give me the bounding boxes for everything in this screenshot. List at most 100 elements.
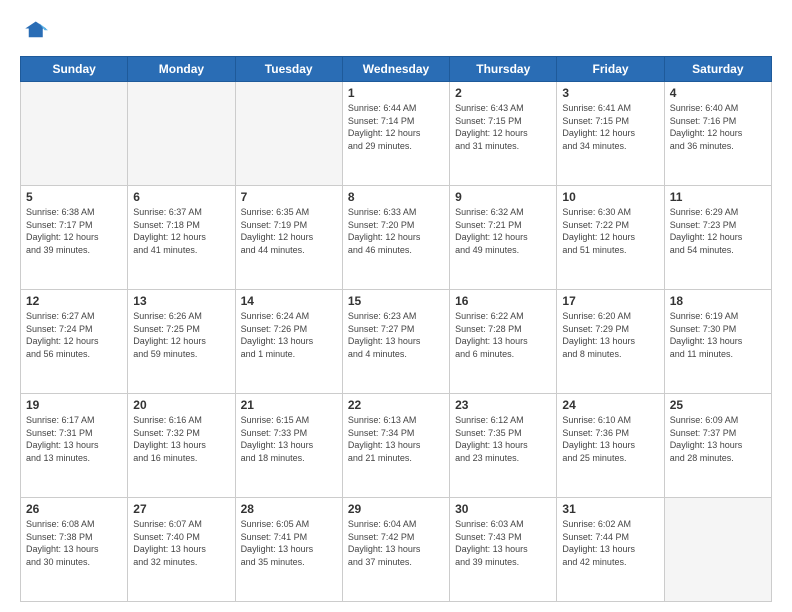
day-info: Sunrise: 6:32 AM Sunset: 7:21 PM Dayligh… — [455, 206, 551, 256]
calendar-day-cell — [664, 498, 771, 602]
day-info: Sunrise: 6:20 AM Sunset: 7:29 PM Dayligh… — [562, 310, 658, 360]
day-number: 1 — [348, 86, 444, 100]
day-info: Sunrise: 6:22 AM Sunset: 7:28 PM Dayligh… — [455, 310, 551, 360]
calendar-day-cell: 20 Sunrise: 6:16 AM Sunset: 7:32 PM Dayli… — [128, 394, 235, 498]
day-number: 23 — [455, 398, 551, 412]
calendar-day-cell — [128, 82, 235, 186]
day-info: Sunrise: 6:40 AM Sunset: 7:16 PM Dayligh… — [670, 102, 766, 152]
day-info: Sunrise: 6:16 AM Sunset: 7:32 PM Dayligh… — [133, 414, 229, 464]
calendar-day-cell: 7Sunrise: 6:35 AM Sunset: 7:19 PM Daylig… — [235, 186, 342, 290]
calendar-day-cell: 3 Sunrise: 6:41 AM Sunset: 7:15 PM Daylig… — [557, 82, 664, 186]
day-info: Sunrise: 6:05 AM Sunset: 7:41 PM Dayligh… — [241, 518, 337, 568]
calendar-day-cell: 11 Sunrise: 6:29 AM Sunset: 7:23 PM Dayli… — [664, 186, 771, 290]
day-info: Sunrise: 6:24 AM Sunset: 7:26 PM Dayligh… — [241, 310, 337, 360]
day-number: 22 — [348, 398, 444, 412]
day-number: 15 — [348, 294, 444, 308]
calendar-day-cell: 30 Sunrise: 6:03 AM Sunset: 7:43 PM Dayli… — [450, 498, 557, 602]
calendar-day-cell: 15 Sunrise: 6:23 AM Sunset: 7:27 PM Dayli… — [342, 290, 449, 394]
calendar-week-row: 19Sunrise: 6:17 AM Sunset: 7:31 PM Dayli… — [21, 394, 772, 498]
day-info: Sunrise: 6:29 AM Sunset: 7:23 PM Dayligh… — [670, 206, 766, 256]
day-number: 25 — [670, 398, 766, 412]
calendar-day-cell: 9 Sunrise: 6:32 AM Sunset: 7:21 PM Daylig… — [450, 186, 557, 290]
calendar-week-row: 26 Sunrise: 6:08 AM Sunset: 7:38 PM Dayli… — [21, 498, 772, 602]
day-number: 13 — [133, 294, 229, 308]
calendar-day-cell — [235, 82, 342, 186]
day-number: 24 — [562, 398, 658, 412]
day-info: Sunrise: 6:04 AM Sunset: 7:42 PM Dayligh… — [348, 518, 444, 568]
day-info: Sunrise: 6:38 AM Sunset: 7:17 PM Dayligh… — [26, 206, 122, 256]
calendar-day-cell: 21Sunrise: 6:15 AM Sunset: 7:33 PM Dayli… — [235, 394, 342, 498]
calendar-day-cell: 8 Sunrise: 6:33 AM Sunset: 7:20 PM Daylig… — [342, 186, 449, 290]
page: SundayMondayTuesdayWednesdayThursdayFrid… — [0, 0, 792, 612]
day-number: 5 — [26, 190, 122, 204]
calendar-day-cell: 22 Sunrise: 6:13 AM Sunset: 7:34 PM Dayli… — [342, 394, 449, 498]
day-number: 16 — [455, 294, 551, 308]
day-info: Sunrise: 6:23 AM Sunset: 7:27 PM Dayligh… — [348, 310, 444, 360]
calendar-day-cell: 6 Sunrise: 6:37 AM Sunset: 7:18 PM Daylig… — [128, 186, 235, 290]
logo — [20, 18, 52, 46]
calendar-day-cell: 13 Sunrise: 6:26 AM Sunset: 7:25 PM Dayli… — [128, 290, 235, 394]
calendar-weekday-header: Thursday — [450, 57, 557, 82]
calendar-weekday-header: Monday — [128, 57, 235, 82]
day-number: 11 — [670, 190, 766, 204]
day-number: 30 — [455, 502, 551, 516]
day-info: Sunrise: 6:43 AM Sunset: 7:15 PM Dayligh… — [455, 102, 551, 152]
calendar-day-cell — [21, 82, 128, 186]
day-number: 4 — [670, 86, 766, 100]
day-number: 29 — [348, 502, 444, 516]
calendar-day-cell: 2 Sunrise: 6:43 AM Sunset: 7:15 PM Daylig… — [450, 82, 557, 186]
day-info: Sunrise: 6:08 AM Sunset: 7:38 PM Dayligh… — [26, 518, 122, 568]
calendar-day-cell: 18Sunrise: 6:19 AM Sunset: 7:30 PM Dayli… — [664, 290, 771, 394]
calendar-day-cell: 31Sunrise: 6:02 AM Sunset: 7:44 PM Dayli… — [557, 498, 664, 602]
day-number: 12 — [26, 294, 122, 308]
logo-icon — [20, 18, 48, 46]
calendar-day-cell: 26 Sunrise: 6:08 AM Sunset: 7:38 PM Dayli… — [21, 498, 128, 602]
calendar-weekday-header: Saturday — [664, 57, 771, 82]
day-number: 31 — [562, 502, 658, 516]
day-number: 10 — [562, 190, 658, 204]
calendar-weekday-header: Tuesday — [235, 57, 342, 82]
day-number: 3 — [562, 86, 658, 100]
day-number: 7 — [241, 190, 337, 204]
calendar-day-cell: 19Sunrise: 6:17 AM Sunset: 7:31 PM Dayli… — [21, 394, 128, 498]
day-info: Sunrise: 6:07 AM Sunset: 7:40 PM Dayligh… — [133, 518, 229, 568]
day-number: 2 — [455, 86, 551, 100]
day-info: Sunrise: 6:10 AM Sunset: 7:36 PM Dayligh… — [562, 414, 658, 464]
day-info: Sunrise: 6:15 AM Sunset: 7:33 PM Dayligh… — [241, 414, 337, 464]
calendar-table: SundayMondayTuesdayWednesdayThursdayFrid… — [20, 56, 772, 602]
calendar-day-cell: 5 Sunrise: 6:38 AM Sunset: 7:17 PM Daylig… — [21, 186, 128, 290]
day-number: 6 — [133, 190, 229, 204]
calendar-day-cell: 10Sunrise: 6:30 AM Sunset: 7:22 PM Dayli… — [557, 186, 664, 290]
calendar-day-cell: 17 Sunrise: 6:20 AM Sunset: 7:29 PM Dayli… — [557, 290, 664, 394]
calendar-weekday-header: Sunday — [21, 57, 128, 82]
calendar-day-cell: 4 Sunrise: 6:40 AM Sunset: 7:16 PM Daylig… — [664, 82, 771, 186]
calendar-header-row: SundayMondayTuesdayWednesdayThursdayFrid… — [21, 57, 772, 82]
calendar-day-cell: 16 Sunrise: 6:22 AM Sunset: 7:28 PM Dayli… — [450, 290, 557, 394]
calendar-weekday-header: Wednesday — [342, 57, 449, 82]
day-info: Sunrise: 6:03 AM Sunset: 7:43 PM Dayligh… — [455, 518, 551, 568]
day-number: 19 — [26, 398, 122, 412]
day-info: Sunrise: 6:19 AM Sunset: 7:30 PM Dayligh… — [670, 310, 766, 360]
calendar-day-cell: 28Sunrise: 6:05 AM Sunset: 7:41 PM Dayli… — [235, 498, 342, 602]
calendar-day-cell: 27 Sunrise: 6:07 AM Sunset: 7:40 PM Dayli… — [128, 498, 235, 602]
day-info: Sunrise: 6:33 AM Sunset: 7:20 PM Dayligh… — [348, 206, 444, 256]
day-info: Sunrise: 6:37 AM Sunset: 7:18 PM Dayligh… — [133, 206, 229, 256]
day-info: Sunrise: 6:27 AM Sunset: 7:24 PM Dayligh… — [26, 310, 122, 360]
day-info: Sunrise: 6:09 AM Sunset: 7:37 PM Dayligh… — [670, 414, 766, 464]
day-number: 17 — [562, 294, 658, 308]
day-number: 20 — [133, 398, 229, 412]
day-info: Sunrise: 6:26 AM Sunset: 7:25 PM Dayligh… — [133, 310, 229, 360]
day-info: Sunrise: 6:12 AM Sunset: 7:35 PM Dayligh… — [455, 414, 551, 464]
day-number: 9 — [455, 190, 551, 204]
calendar-day-cell: 24 Sunrise: 6:10 AM Sunset: 7:36 PM Dayli… — [557, 394, 664, 498]
header — [20, 18, 772, 46]
day-number: 27 — [133, 502, 229, 516]
calendar-day-cell: 12 Sunrise: 6:27 AM Sunset: 7:24 PM Dayli… — [21, 290, 128, 394]
calendar-day-cell: 23 Sunrise: 6:12 AM Sunset: 7:35 PM Dayli… — [450, 394, 557, 498]
calendar-day-cell: 29 Sunrise: 6:04 AM Sunset: 7:42 PM Dayli… — [342, 498, 449, 602]
day-info: Sunrise: 6:13 AM Sunset: 7:34 PM Dayligh… — [348, 414, 444, 464]
day-number: 26 — [26, 502, 122, 516]
day-info: Sunrise: 6:41 AM Sunset: 7:15 PM Dayligh… — [562, 102, 658, 152]
day-number: 8 — [348, 190, 444, 204]
calendar-day-cell: 14Sunrise: 6:24 AM Sunset: 7:26 PM Dayli… — [235, 290, 342, 394]
